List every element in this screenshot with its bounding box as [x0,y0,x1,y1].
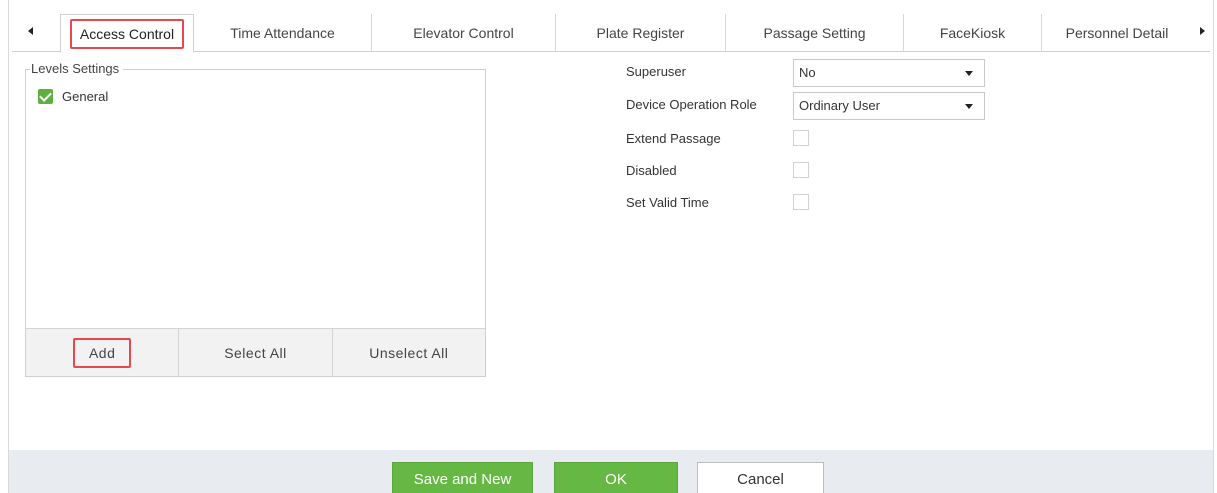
caret-down-icon [965,104,973,109]
levels-settings-panel: Levels Settings General Add Select All U… [25,61,486,377]
level-label: General [62,89,109,104]
disabled-label: Disabled [626,163,677,178]
tab-passage-setting[interactable]: Passage Setting [726,14,904,52]
unselect-all-button[interactable]: Unselect All [333,329,485,376]
tab-facekiosk[interactable]: FaceKiosk [904,14,1042,52]
tab-label: Personnel Detail [1065,25,1169,41]
levels-settings-legend: Levels Settings [30,61,124,76]
tab-access-control[interactable]: Access Control [60,14,194,53]
caret-down-icon [965,71,973,76]
superuser-select[interactable]: No [793,59,985,87]
disabled-checkbox[interactable] [793,162,809,178]
superuser-label: Superuser [626,64,686,79]
ok-button[interactable]: OK [554,462,678,493]
tab-label: Plate Register [596,25,685,41]
extend-passage-label: Extend Passage [626,131,721,146]
levels-button-bar: Add Select All Unselect All [26,328,485,376]
tab-label: Access Control [69,19,185,49]
extend-passage-checkbox[interactable] [793,130,809,146]
checked-checkbox-icon[interactable] [38,89,53,104]
device-operation-role-select[interactable]: Ordinary User [793,92,985,120]
cancel-button[interactable]: Cancel [697,462,824,493]
superuser-value: No [799,65,816,80]
save-and-new-button[interactable]: Save and New [392,462,533,493]
device-operation-role-label: Device Operation Role [626,97,757,112]
tab-bar: Access Control Time Attendance Elevator … [12,10,1210,53]
set-valid-time-label: Set Valid Time [626,195,709,210]
unselect-all-label: Unselect All [369,344,449,361]
tab-time-attendance[interactable]: Time Attendance [194,14,372,52]
tab-plate-register[interactable]: Plate Register [556,14,726,52]
add-button-label: Add [72,337,132,368]
add-button[interactable]: Add [26,329,180,376]
set-valid-time-checkbox[interactable] [793,194,809,210]
tab-label: Elevator Control [413,25,514,41]
tab-scroll-left-icon[interactable] [26,24,36,38]
select-all-label: Select All [224,344,287,361]
tab-label: Passage Setting [763,25,866,41]
tab-elevator-control[interactable]: Elevator Control [372,14,556,52]
tab-personnel-detail[interactable]: Personnel Detail [1042,14,1192,52]
tab-label: FaceKiosk [939,25,1006,41]
level-item-general[interactable]: General [38,89,108,104]
tab-label: Time Attendance [230,25,335,41]
device-operation-role-value: Ordinary User [799,98,880,113]
select-all-button[interactable]: Select All [179,329,333,376]
tab-scroll-right-icon[interactable] [1198,24,1208,38]
